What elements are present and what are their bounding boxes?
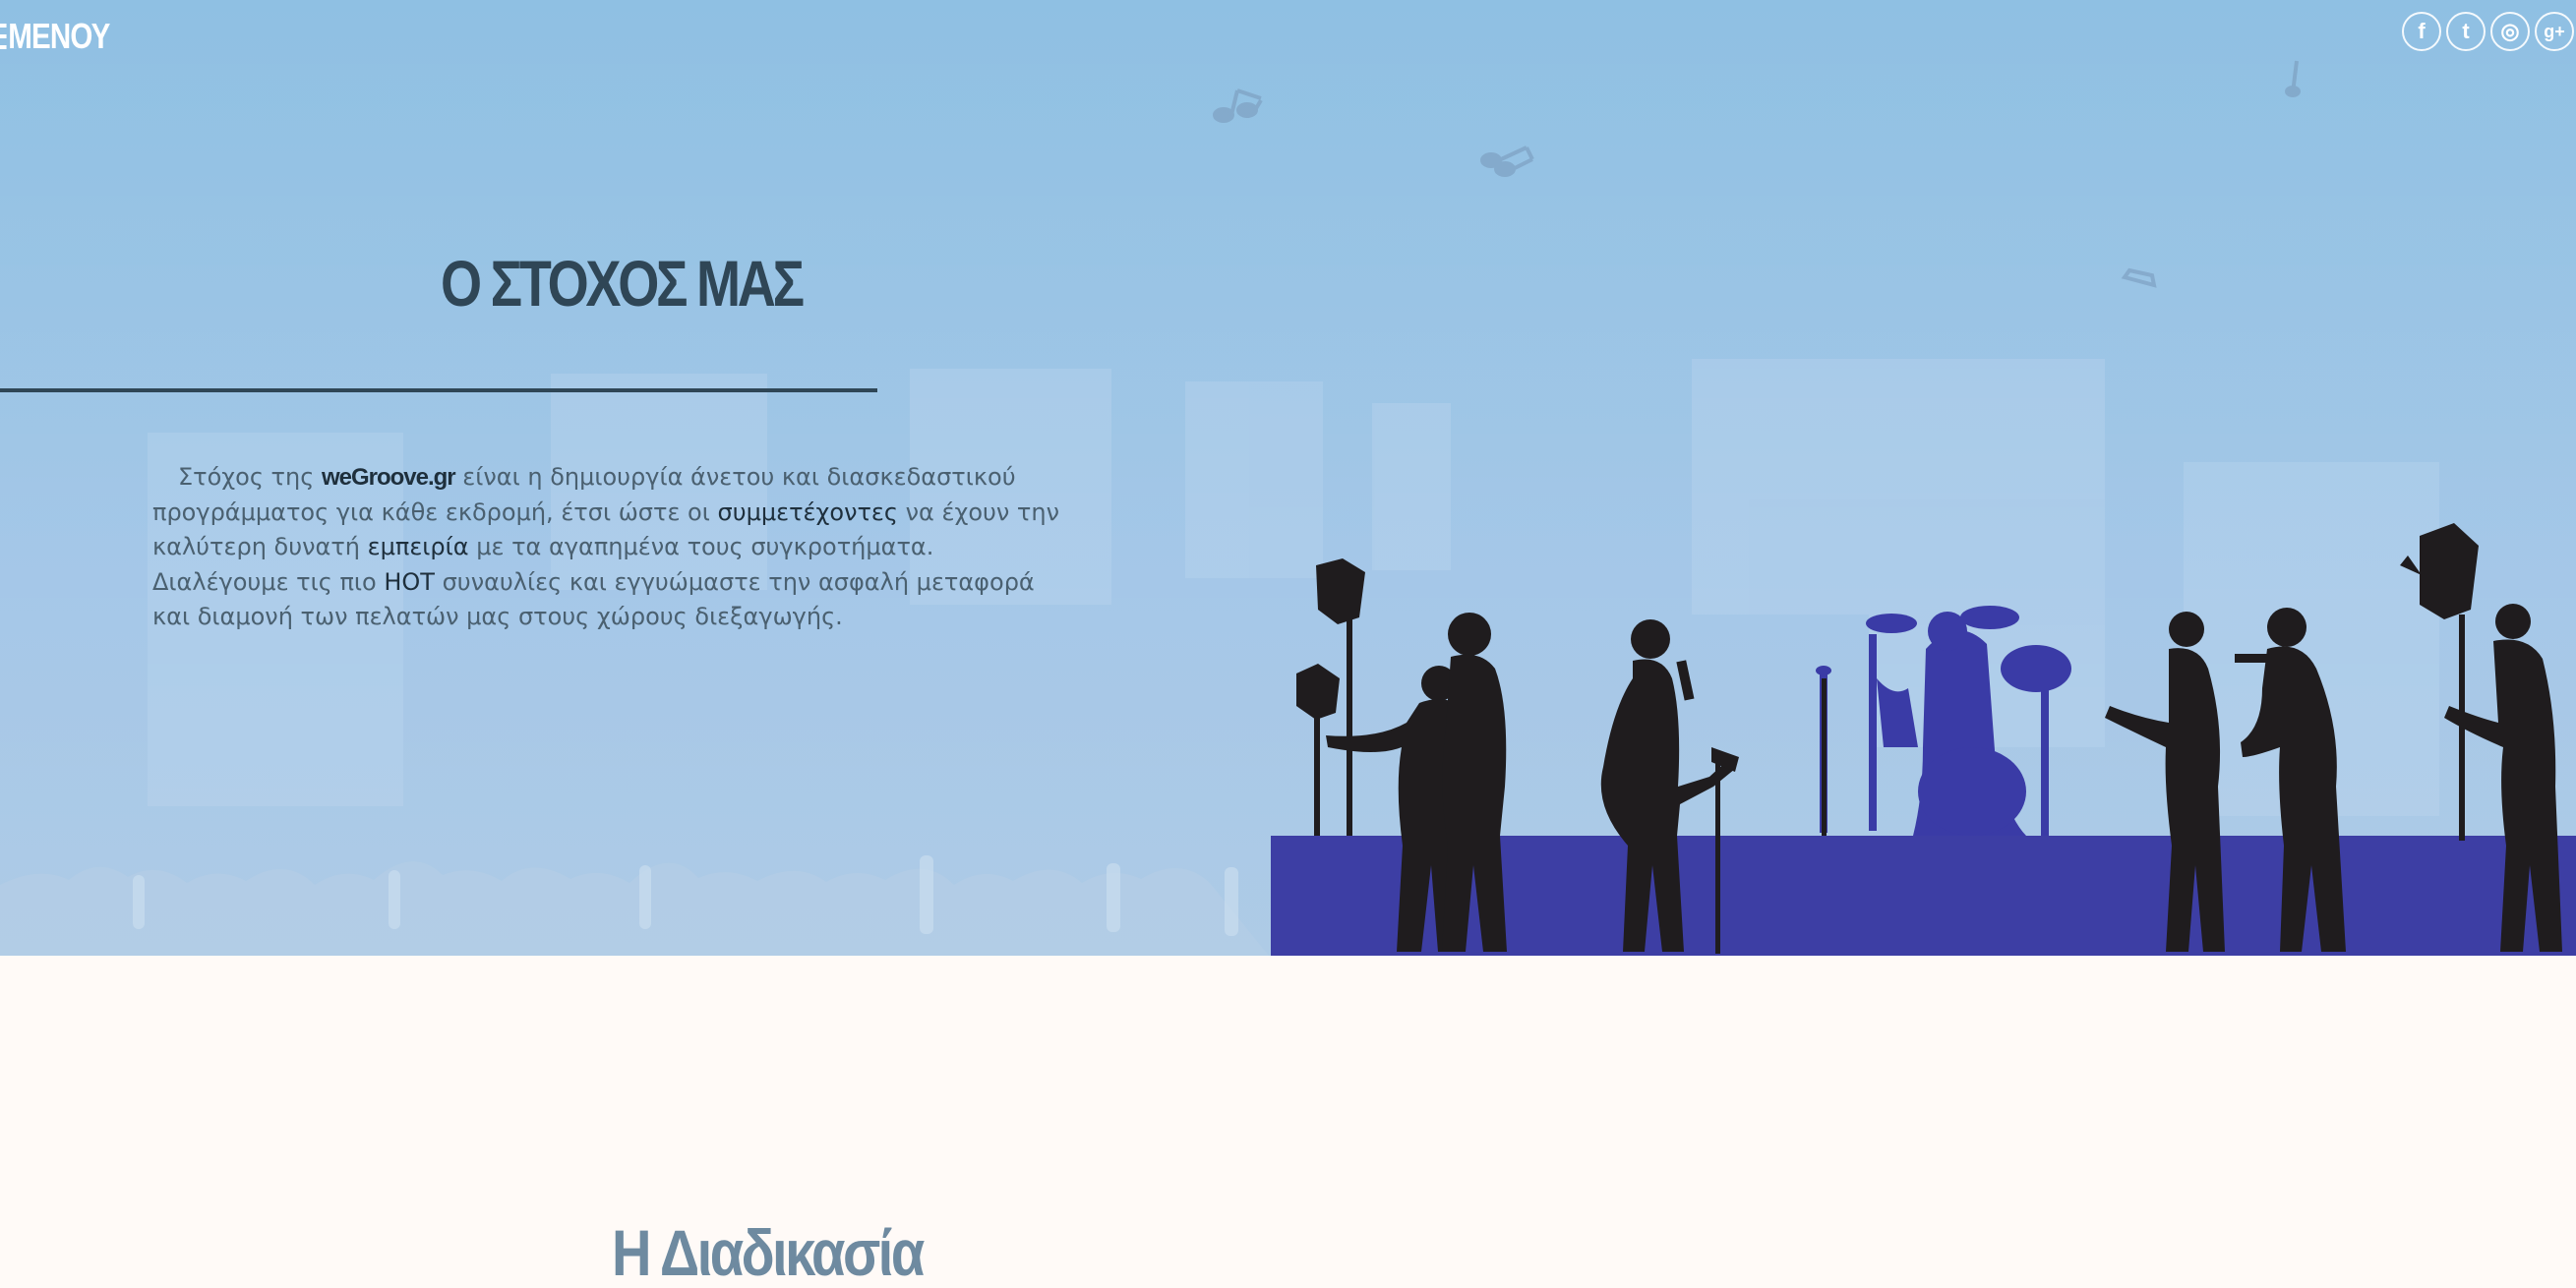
menu-button[interactable]: ΜΕΝΟΥ — [0, 14, 110, 59]
highlight-hot: HOT — [384, 567, 435, 596]
highlight-participants: συμμετέχοντες — [717, 498, 899, 526]
instagram-icon[interactable]: ◎ — [2490, 12, 2530, 51]
twitter-icon[interactable]: t — [2446, 12, 2486, 51]
social-links: f t ◎ g+ — [2402, 12, 2574, 51]
goal-description: Στόχος της weGroove.gr είναι η δημιουργί… — [152, 460, 1077, 635]
page: ΜΕΝΟΥ f t ◎ g+ Ο ΣΤΟΧΟΣ ΜΑΣ Στόχος της w… — [0, 0, 2576, 1288]
hamburger-icon — [0, 24, 7, 49]
hero-banner: ΜΕΝΟΥ f t ◎ g+ Ο ΣΤΟΧΟΣ ΜΑΣ Στόχος της w… — [0, 0, 2576, 956]
menu-label: ΜΕΝΟΥ — [8, 16, 110, 56]
process-title: Η Διαδικασία — [612, 1216, 925, 1288]
facebook-icon[interactable]: f — [2402, 12, 2441, 51]
title-divider — [0, 388, 877, 392]
goal-title: Ο ΣΤΟΧΟΣ ΜΑΣ — [441, 247, 805, 320]
highlight-experience: εμπειρία — [367, 533, 469, 560]
goal-text-part: Στόχος της — [178, 463, 322, 491]
brand-name: weGroove.gr — [321, 464, 456, 491]
google-plus-icon[interactable]: g+ — [2535, 12, 2574, 51]
